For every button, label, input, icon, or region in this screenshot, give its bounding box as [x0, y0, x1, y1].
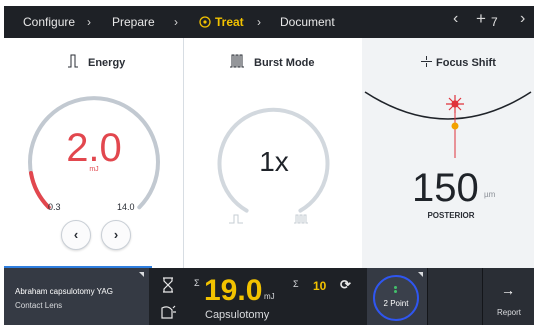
energy-max-label: 14.0 [117, 202, 135, 212]
tool-icons [150, 268, 187, 325]
multi-pulse-icon [294, 214, 308, 224]
lens-curve [364, 91, 532, 120]
single-pulse-icon [229, 214, 243, 224]
increase-energy-button[interactable]: › [101, 220, 131, 250]
focus-shift-unit: µm [484, 190, 496, 199]
nav-step-document[interactable]: Document [280, 15, 335, 29]
total-energy-unit: mJ [264, 292, 275, 301]
total-energy-summary: Σ 19.0 mJ Σ 10 ⟳ Capsulotomy [187, 268, 367, 325]
reset-icon[interactable]: ⟳ [340, 277, 351, 293]
chevron-right-icon: › [113, 227, 119, 242]
expand-corner-icon [418, 272, 423, 277]
nav-next-icon[interactable]: › [520, 11, 525, 27]
total-energy-value: 19.0 [204, 274, 263, 307]
treatment-name: Abraham capsulotomy YAG [15, 287, 113, 296]
aiming-dots-icon [394, 286, 398, 294]
focus-shift-panel[interactable]: Focus Shift 150 µm POSTERIOR [362, 38, 534, 268]
nav-chevron-icon: › [174, 15, 178, 29]
sigma-icon: Σ [194, 278, 200, 288]
energy-gauge-fill [29, 171, 51, 210]
burst-mode-panel[interactable]: Burst Mode 1x [183, 38, 362, 268]
point-mode-label: 2 Point [383, 299, 409, 308]
energy-min-label: 0.3 [48, 202, 61, 212]
chevron-left-icon: ‹ [73, 227, 79, 242]
procedure-label: Capsulotomy [205, 309, 270, 321]
energy-unit: mJ [89, 166, 99, 173]
decrease-energy-button[interactable]: ‹ [61, 220, 91, 250]
target-icon [199, 16, 211, 28]
focus-shift-diagram[interactable] [362, 38, 534, 268]
focus-shift-value[interactable]: 150 [412, 166, 479, 210]
expand-corner-icon [139, 272, 144, 277]
sigma-icon: Σ [293, 279, 299, 289]
nav-chevron-icon: › [87, 15, 91, 29]
report-button[interactable]: → Report [482, 268, 534, 325]
hourglass-icon[interactable] [161, 277, 175, 293]
nav-step-configure[interactable]: Configure [23, 15, 75, 29]
report-label: Report [496, 308, 521, 317]
arrow-right-icon: → [501, 282, 515, 298]
energy-panel[interactable]: Energy 2.0 mJ 0.3 14.0 ‹ › [4, 38, 182, 268]
focus-point [451, 122, 459, 130]
lens-type: Contact Lens [15, 301, 63, 310]
nav-step-prepare[interactable]: Prepare [112, 15, 155, 29]
point-mode-section[interactable]: 2 Point [367, 268, 427, 325]
nav-chevron-icon: › [257, 15, 261, 29]
nav-step-treat[interactable]: Treat [215, 15, 244, 29]
top-navigation-bar: Configure › Prepare › Treat › Document ‹… [4, 6, 534, 38]
burst-mode-value[interactable]: 1x [244, 146, 304, 178]
patient-info[interactable]: Abraham capsulotomy YAG Contact Lens [4, 268, 149, 325]
laser-focus-icon [446, 95, 464, 113]
contact-lens-icon[interactable] [160, 305, 176, 319]
focus-direction-label: POSTERIOR [427, 211, 475, 220]
nav-prev-icon[interactable]: ‹ [453, 11, 458, 27]
pulse-count: 10 [313, 279, 327, 293]
point-mode-button[interactable]: 2 Point [373, 275, 419, 321]
bottom-status-bar: Abraham capsulotomy YAG Contact Lens Σ 1… [4, 268, 534, 325]
add-icon[interactable]: + [476, 10, 486, 27]
energy-value[interactable]: 2.0 [66, 126, 122, 170]
add-count: 7 [491, 15, 498, 29]
empty-slot [427, 268, 482, 325]
